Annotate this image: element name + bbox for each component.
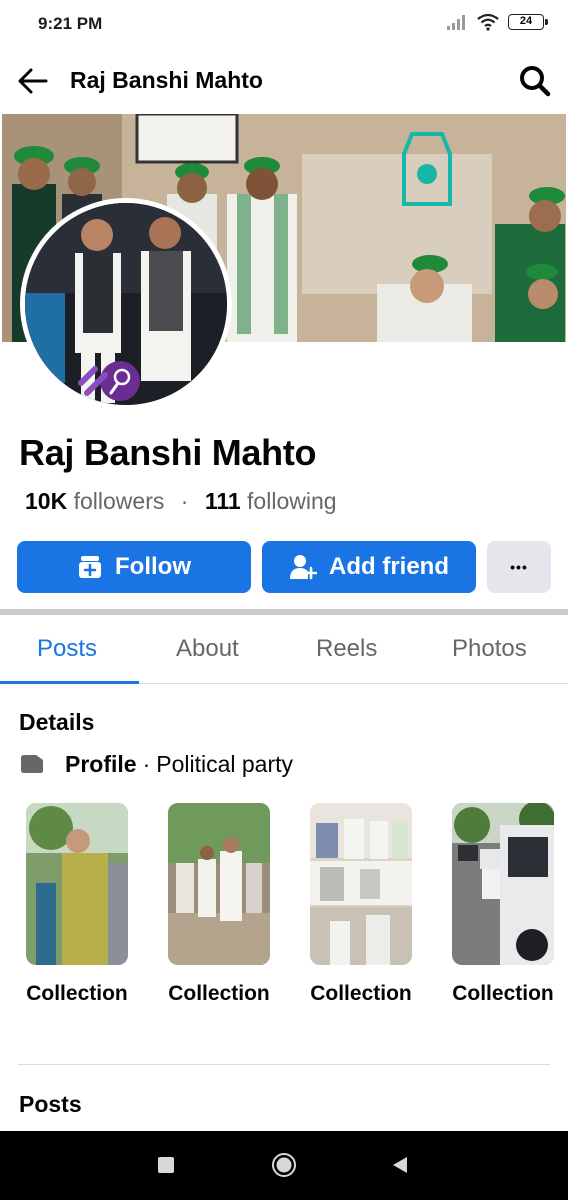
collection-card[interactable]: Collection — [26, 803, 128, 1009]
collection-label: Collection — [310, 982, 412, 1005]
status-bar: 9:21 PM 24 — [0, 0, 568, 50]
status-icons: 24 — [446, 13, 548, 31]
more-options-button[interactable]: ••• — [487, 541, 551, 593]
collection-thumbnail — [452, 803, 554, 965]
follow-button[interactable]: Follow — [17, 541, 251, 593]
follow-icon — [79, 556, 101, 578]
collection-label: Collection — [168, 982, 270, 1005]
tab-reels[interactable]: Reels — [316, 635, 377, 663]
posts-divider — [18, 1064, 550, 1065]
stats-separator: · — [180, 488, 189, 514]
add-friend-button[interactable]: Add friend — [262, 541, 476, 593]
search-icon[interactable] — [516, 62, 554, 100]
battery-icon: 24 — [508, 14, 548, 30]
avatar-image — [25, 203, 227, 405]
category-label: Profile — [65, 750, 137, 777]
following-count[interactable]: 111 — [205, 488, 241, 514]
active-tab-indicator — [0, 681, 139, 684]
collection-card[interactable]: Collection — [310, 803, 412, 1009]
wifi-icon — [477, 13, 499, 31]
category-separator: · — [142, 750, 151, 777]
add-friend-label: Add friend — [329, 553, 449, 580]
collection-card[interactable]: Collection — [452, 803, 554, 1009]
home-icon[interactable] — [271, 1152, 297, 1178]
category-row: Profile · Political party — [19, 749, 293, 779]
following-label[interactable]: following — [247, 488, 337, 514]
recents-icon[interactable] — [157, 1156, 175, 1174]
collection-label: Collection — [452, 982, 554, 1005]
profile-avatar[interactable] — [20, 198, 232, 410]
profile-tabs: Posts About Reels Photos — [0, 615, 568, 684]
collection-thumbnail — [168, 803, 270, 965]
more-icon: ••• — [510, 559, 528, 575]
followers-label[interactable]: followers — [74, 488, 165, 514]
page-icon — [21, 755, 43, 773]
top-app-bar: Raj Banshi Mahto — [0, 50, 568, 112]
back-arrow-icon[interactable] — [14, 62, 52, 100]
collection-label: Collection — [26, 982, 128, 1005]
add-friend-icon — [290, 555, 317, 580]
profile-stats: 10K followers · 111 following — [25, 488, 337, 515]
collection-card[interactable]: Collection — [168, 803, 270, 1009]
status-time: 9:21 PM — [38, 14, 103, 33]
collection-thumbnail — [310, 803, 412, 965]
tab-photos[interactable]: Photos — [452, 635, 527, 663]
tab-posts[interactable]: Posts — [37, 635, 97, 663]
details-heading: Details — [19, 709, 95, 735]
page-title: Raj Banshi Mahto — [70, 67, 263, 93]
follow-label: Follow — [115, 553, 191, 580]
posts-heading: Posts — [19, 1091, 82, 1117]
signal-icon — [447, 15, 465, 30]
system-navigation-bar — [0, 1131, 568, 1200]
followers-count[interactable]: 10K — [25, 488, 67, 514]
tab-about[interactable]: About — [176, 635, 239, 663]
profile-name: Raj Banshi Mahto — [19, 432, 317, 473]
collection-thumbnail — [26, 803, 128, 965]
category-value: Political party — [156, 750, 294, 777]
back-icon[interactable] — [391, 1156, 409, 1174]
